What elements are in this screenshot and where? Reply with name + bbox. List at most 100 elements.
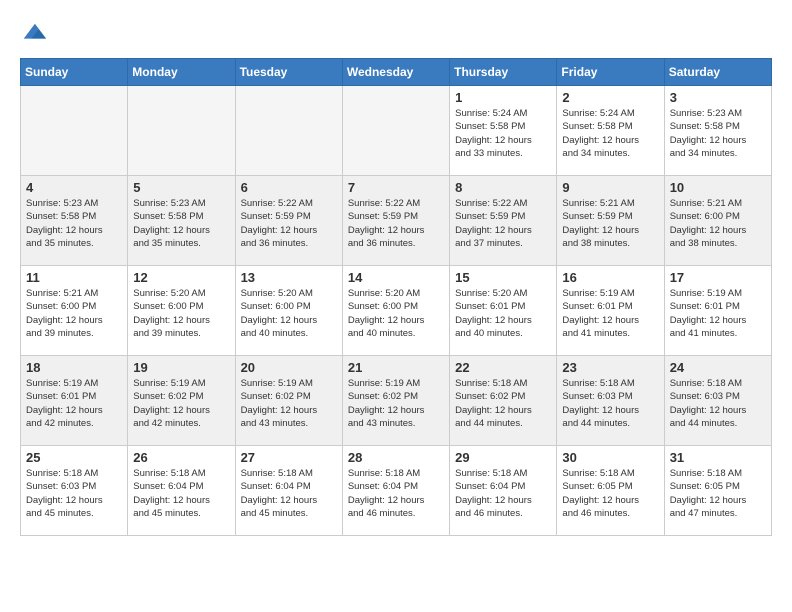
day-info: Sunrise: 5:22 AM Sunset: 5:59 PM Dayligh… [348, 197, 444, 250]
calendar-week-row: 4 Sunrise: 5:23 AM Sunset: 5:58 PM Daylig… [21, 176, 772, 266]
calendar-cell: 24 Sunrise: 5:18 AM Sunset: 6:03 PM Dayli… [664, 356, 771, 446]
day-info: Sunrise: 5:18 AM Sunset: 6:04 PM Dayligh… [133, 467, 229, 520]
day-number: 8 [455, 180, 551, 195]
logo [20, 20, 52, 48]
day-info: Sunrise: 5:20 AM Sunset: 6:01 PM Dayligh… [455, 287, 551, 340]
calendar-cell: 21 Sunrise: 5:19 AM Sunset: 6:02 PM Dayli… [342, 356, 449, 446]
day-info: Sunrise: 5:21 AM Sunset: 5:59 PM Dayligh… [562, 197, 658, 250]
calendar-cell [128, 86, 235, 176]
day-info: Sunrise: 5:23 AM Sunset: 5:58 PM Dayligh… [670, 107, 766, 160]
day-number: 16 [562, 270, 658, 285]
calendar-cell: 15 Sunrise: 5:20 AM Sunset: 6:01 PM Dayli… [450, 266, 557, 356]
day-info: Sunrise: 5:24 AM Sunset: 5:58 PM Dayligh… [455, 107, 551, 160]
day-info: Sunrise: 5:19 AM Sunset: 6:01 PM Dayligh… [670, 287, 766, 340]
day-info: Sunrise: 5:18 AM Sunset: 6:03 PM Dayligh… [562, 377, 658, 430]
day-info: Sunrise: 5:18 AM Sunset: 6:05 PM Dayligh… [562, 467, 658, 520]
calendar-cell: 14Sunrise: 5:20 AM Sunset: 6:00 PM Dayli… [342, 266, 449, 356]
day-info: Sunrise: 5:20 AM Sunset: 6:00 PM Dayligh… [133, 287, 229, 340]
day-number: 19 [133, 360, 229, 375]
day-info: Sunrise: 5:18 AM Sunset: 6:03 PM Dayligh… [670, 377, 766, 430]
day-info: Sunrise: 5:21 AM Sunset: 6:00 PM Dayligh… [670, 197, 766, 250]
calendar-cell: 29 Sunrise: 5:18 AM Sunset: 6:04 PM Dayli… [450, 446, 557, 536]
calendar-cell: 18 Sunrise: 5:19 AM Sunset: 6:01 PM Dayli… [21, 356, 128, 446]
day-number: 18 [26, 360, 122, 375]
weekday-header-friday: Friday [557, 59, 664, 86]
day-info: Sunrise: 5:22 AM Sunset: 5:59 PM Dayligh… [241, 197, 337, 250]
day-number: 24 [670, 360, 766, 375]
calendar-cell: 25Sunrise: 5:18 AM Sunset: 6:03 PM Dayli… [21, 446, 128, 536]
day-info: Sunrise: 5:21 AM Sunset: 6:00 PM Dayligh… [26, 287, 122, 340]
header [20, 20, 772, 48]
calendar-header-row: SundayMondayTuesdayWednesdayThursdayFrid… [21, 59, 772, 86]
day-number: 27 [241, 450, 337, 465]
calendar-cell [342, 86, 449, 176]
day-number: 2 [562, 90, 658, 105]
calendar-cell: 27 Sunrise: 5:18 AM Sunset: 6:04 PM Dayli… [235, 446, 342, 536]
calendar-cell: 7 Sunrise: 5:22 AM Sunset: 5:59 PM Daylig… [342, 176, 449, 266]
day-number: 31 [670, 450, 766, 465]
weekday-header-tuesday: Tuesday [235, 59, 342, 86]
day-number: 4 [26, 180, 122, 195]
day-number: 15 [455, 270, 551, 285]
calendar-cell: 11Sunrise: 5:21 AM Sunset: 6:00 PM Dayli… [21, 266, 128, 356]
day-info: Sunrise: 5:19 AM Sunset: 6:02 PM Dayligh… [133, 377, 229, 430]
day-info: Sunrise: 5:19 AM Sunset: 6:01 PM Dayligh… [562, 287, 658, 340]
calendar-cell: 10Sunrise: 5:21 AM Sunset: 6:00 PM Dayli… [664, 176, 771, 266]
calendar-cell: 23 Sunrise: 5:18 AM Sunset: 6:03 PM Dayli… [557, 356, 664, 446]
calendar-cell: 31 Sunrise: 5:18 AM Sunset: 6:05 PM Dayli… [664, 446, 771, 536]
day-number: 3 [670, 90, 766, 105]
calendar-cell: 9 Sunrise: 5:21 AM Sunset: 5:59 PM Daylig… [557, 176, 664, 266]
calendar-cell: 17 Sunrise: 5:19 AM Sunset: 6:01 PM Dayli… [664, 266, 771, 356]
day-number: 23 [562, 360, 658, 375]
day-number: 5 [133, 180, 229, 195]
calendar-cell: 5 Sunrise: 5:23 AM Sunset: 5:58 PM Daylig… [128, 176, 235, 266]
calendar-cell: 30Sunrise: 5:18 AM Sunset: 6:05 PM Dayli… [557, 446, 664, 536]
day-number: 21 [348, 360, 444, 375]
day-number: 28 [348, 450, 444, 465]
weekday-header-sunday: Sunday [21, 59, 128, 86]
day-number: 17 [670, 270, 766, 285]
day-info: Sunrise: 5:18 AM Sunset: 6:04 PM Dayligh… [455, 467, 551, 520]
day-number: 29 [455, 450, 551, 465]
day-number: 14 [348, 270, 444, 285]
calendar-cell: 22Sunrise: 5:18 AM Sunset: 6:02 PM Dayli… [450, 356, 557, 446]
day-info: Sunrise: 5:23 AM Sunset: 5:58 PM Dayligh… [26, 197, 122, 250]
calendar-cell: 26Sunrise: 5:18 AM Sunset: 6:04 PM Dayli… [128, 446, 235, 536]
day-number: 22 [455, 360, 551, 375]
weekday-header-saturday: Saturday [664, 59, 771, 86]
calendar-cell: 13 Sunrise: 5:20 AM Sunset: 6:00 PM Dayli… [235, 266, 342, 356]
calendar-table: SundayMondayTuesdayWednesdayThursdayFrid… [20, 58, 772, 536]
day-info: Sunrise: 5:18 AM Sunset: 6:04 PM Dayligh… [348, 467, 444, 520]
day-number: 12 [133, 270, 229, 285]
day-info: Sunrise: 5:19 AM Sunset: 6:02 PM Dayligh… [348, 377, 444, 430]
day-info: Sunrise: 5:20 AM Sunset: 6:00 PM Dayligh… [241, 287, 337, 340]
calendar-week-row: 25Sunrise: 5:18 AM Sunset: 6:03 PM Dayli… [21, 446, 772, 536]
day-info: Sunrise: 5:19 AM Sunset: 6:02 PM Dayligh… [241, 377, 337, 430]
day-info: Sunrise: 5:24 AM Sunset: 5:58 PM Dayligh… [562, 107, 658, 160]
calendar-cell: 16 Sunrise: 5:19 AM Sunset: 6:01 PM Dayli… [557, 266, 664, 356]
calendar-week-row: 18 Sunrise: 5:19 AM Sunset: 6:01 PM Dayli… [21, 356, 772, 446]
calendar-week-row: 1 Sunrise: 5:24 AM Sunset: 5:58 PM Daylig… [21, 86, 772, 176]
day-number: 9 [562, 180, 658, 195]
weekday-header-monday: Monday [128, 59, 235, 86]
calendar-cell: 6 Sunrise: 5:22 AM Sunset: 5:59 PM Daylig… [235, 176, 342, 266]
calendar-cell: 19 Sunrise: 5:19 AM Sunset: 6:02 PM Dayli… [128, 356, 235, 446]
day-number: 7 [348, 180, 444, 195]
calendar-body: 1 Sunrise: 5:24 AM Sunset: 5:58 PM Daylig… [21, 86, 772, 536]
day-number: 25 [26, 450, 122, 465]
day-info: Sunrise: 5:18 AM Sunset: 6:04 PM Dayligh… [241, 467, 337, 520]
calendar-cell [235, 86, 342, 176]
day-number: 6 [241, 180, 337, 195]
weekday-header-thursday: Thursday [450, 59, 557, 86]
calendar-cell: 1 Sunrise: 5:24 AM Sunset: 5:58 PM Daylig… [450, 86, 557, 176]
logo-icon [20, 20, 48, 48]
day-number: 20 [241, 360, 337, 375]
day-info: Sunrise: 5:19 AM Sunset: 6:01 PM Dayligh… [26, 377, 122, 430]
day-number: 13 [241, 270, 337, 285]
calendar-week-row: 11Sunrise: 5:21 AM Sunset: 6:00 PM Dayli… [21, 266, 772, 356]
calendar-cell: 3 Sunrise: 5:23 AM Sunset: 5:58 PM Daylig… [664, 86, 771, 176]
day-number: 1 [455, 90, 551, 105]
calendar-cell: 4 Sunrise: 5:23 AM Sunset: 5:58 PM Daylig… [21, 176, 128, 266]
day-info: Sunrise: 5:23 AM Sunset: 5:58 PM Dayligh… [133, 197, 229, 250]
day-info: Sunrise: 5:18 AM Sunset: 6:05 PM Dayligh… [670, 467, 766, 520]
